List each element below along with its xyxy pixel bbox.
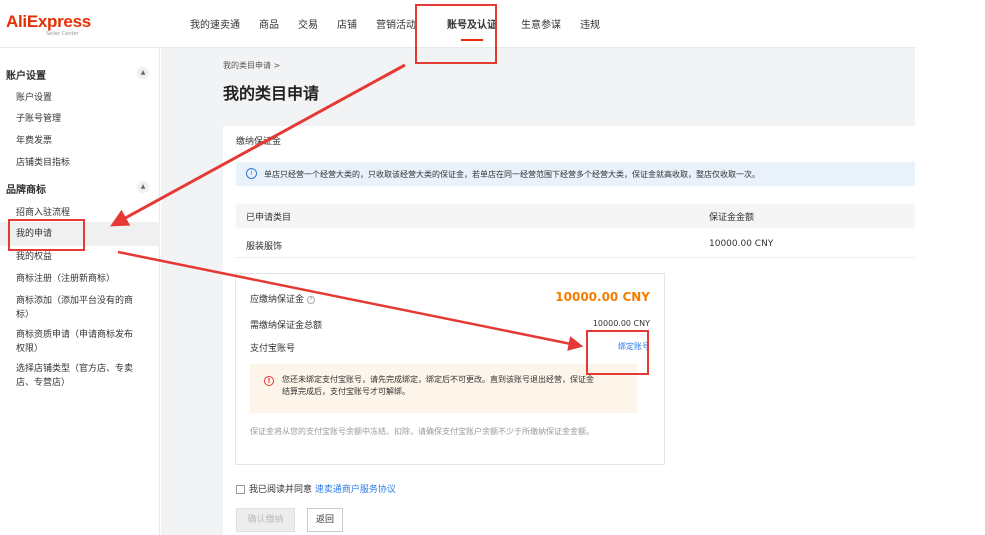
info-icon: i <box>246 168 257 179</box>
logo-subtext: Seller Center <box>46 31 79 37</box>
help-icon[interactable]: ? <box>307 295 316 304</box>
cell-deposit-amount: 10000.00 CNY <box>709 239 774 249</box>
total-deposit-amount: 10000.00 CNY <box>592 319 650 328</box>
chevron-up-icon[interactable]: ▲ <box>137 67 149 79</box>
info-banner: i 单店只经营一个经营大类的，只收取该经营大类的保证金，若单店在同一经营范围下经… <box>236 162 915 186</box>
sidebar-item-account-settings[interactable]: 账户设置 <box>16 91 136 105</box>
nav-products[interactable]: 商品 <box>259 0 279 48</box>
breadcrumb[interactable]: 我的类目申请 > <box>223 60 280 71</box>
nav-marketing[interactable]: 营销活动 <box>376 0 416 48</box>
sidebar-group-account-settings[interactable]: 账户设置 <box>6 67 46 82</box>
aliexpress-logo[interactable]: AliExpress Seller Center <box>6 12 91 37</box>
sidebar-item-onboarding-process[interactable]: 招商入驻流程 <box>16 206 136 220</box>
warning-text: 您还未绑定支付宝账号，请先完成绑定，绑定后不可更改。直到该账号退出经营，保证金结… <box>282 375 594 396</box>
warning-banner: ! 您还未绑定支付宝账号，请先完成绑定，绑定后不可更改。直到该账号退出经营，保证… <box>250 364 637 413</box>
sidebar-item-sub-accounts[interactable]: 子账号管理 <box>16 112 136 126</box>
warning-icon: ! <box>264 376 274 386</box>
back-button[interactable]: 返回 <box>307 508 343 532</box>
sidebar-group-brand-trademark[interactable]: 品牌商标 <box>6 181 46 196</box>
highlight-bind-account <box>586 330 649 375</box>
total-deposit-label: 需缴纳保证金总额 <box>250 321 323 331</box>
sidebar-item-category-metrics[interactable]: 店铺类目指标 <box>16 156 136 170</box>
deposit-card: 缴纳保证金 i 单店只经营一个经营大类的，只收取该经营大类的保证金，若单店在同一… <box>223 126 915 535</box>
sidebar-item-trademark-qualification[interactable]: 商标资质申请（申请商标发布权限） <box>16 328 136 356</box>
highlight-nav-account <box>415 4 497 64</box>
sidebar-item-store-type[interactable]: 选择店铺类型（官方店、专卖店、专营店） <box>16 362 136 390</box>
agreement-text: 我已阅读并同意 <box>249 485 313 495</box>
highlight-my-applications <box>8 219 85 251</box>
nav-store[interactable]: 店铺 <box>337 0 357 48</box>
deposit-note: 保证金将从您的支付宝账号余额中冻结、扣除，请确保支付宝账户余额不少于所缴纳保证金… <box>250 427 594 436</box>
nav-orders[interactable]: 交易 <box>298 0 318 48</box>
column-header-deposit-amount: 保证金金额 <box>709 213 755 223</box>
table-header: 已申请类目 保证金金额 <box>236 204 915 228</box>
due-deposit-label: 应缴纳保证金? <box>250 292 316 305</box>
table-row: 服装服饰 10000.00 CNY <box>236 230 915 258</box>
due-deposit-amount: 10000.00 CNY <box>555 290 650 304</box>
service-agreement-link[interactable]: 速卖通商户服务协议 <box>315 485 396 495</box>
info-text: 单店只经营一个经营大类的，只收取该经营大类的保证金，若单店在同一经营范围下经营多… <box>264 170 760 179</box>
section-title: 缴纳保证金 <box>236 137 282 147</box>
nav-my-aliexpress[interactable]: 我的速卖通 <box>190 0 240 48</box>
screenshot-root: AliExpress Seller Center 我的速卖通 商品 交易 店铺 … <box>0 0 985 535</box>
cell-category: 服装服饰 <box>246 242 283 252</box>
sidebar: 账户设置 ▲ 账户设置 子账号管理 年费发票 店铺类目指标 品牌商标 ▲ 招商入… <box>0 48 160 535</box>
sidebar-item-trademark-add[interactable]: 商标添加（添加平台没有的商标） <box>16 294 136 322</box>
due-deposit-label-text: 应缴纳保证金 <box>250 295 305 305</box>
nav-business-advisor[interactable]: 生意参谋 <box>521 0 561 48</box>
page-title: 我的类目申请 <box>223 84 320 103</box>
confirm-payment-button[interactable]: 确认缴纳 <box>236 508 295 532</box>
nav-violations[interactable]: 违规 <box>580 0 600 48</box>
main-nav: 我的速卖通 商品 交易 店铺 营销活动 账号及认证 生意参谋 违规 <box>190 0 619 48</box>
sidebar-item-my-rights[interactable]: 我的权益 <box>16 250 136 264</box>
agreement-row: 我已阅读并同意 速卖通商户服务协议 <box>236 482 396 495</box>
column-header-category: 已申请类目 <box>246 213 292 223</box>
chevron-up-icon[interactable]: ▲ <box>137 181 149 193</box>
agreement-checkbox[interactable] <box>236 485 245 494</box>
alipay-account-label: 支付宝账号 <box>250 344 296 354</box>
main-content: 我的类目申请 > 我的类目申请 缴纳保证金 i 单店只经营一个经营大类的，只收取… <box>161 48 915 535</box>
sidebar-item-annual-fee-invoice[interactable]: 年费发票 <box>16 134 136 148</box>
sidebar-item-trademark-register[interactable]: 商标注册（注册新商标） <box>16 272 136 286</box>
logo-text: AliExpress <box>6 12 91 31</box>
